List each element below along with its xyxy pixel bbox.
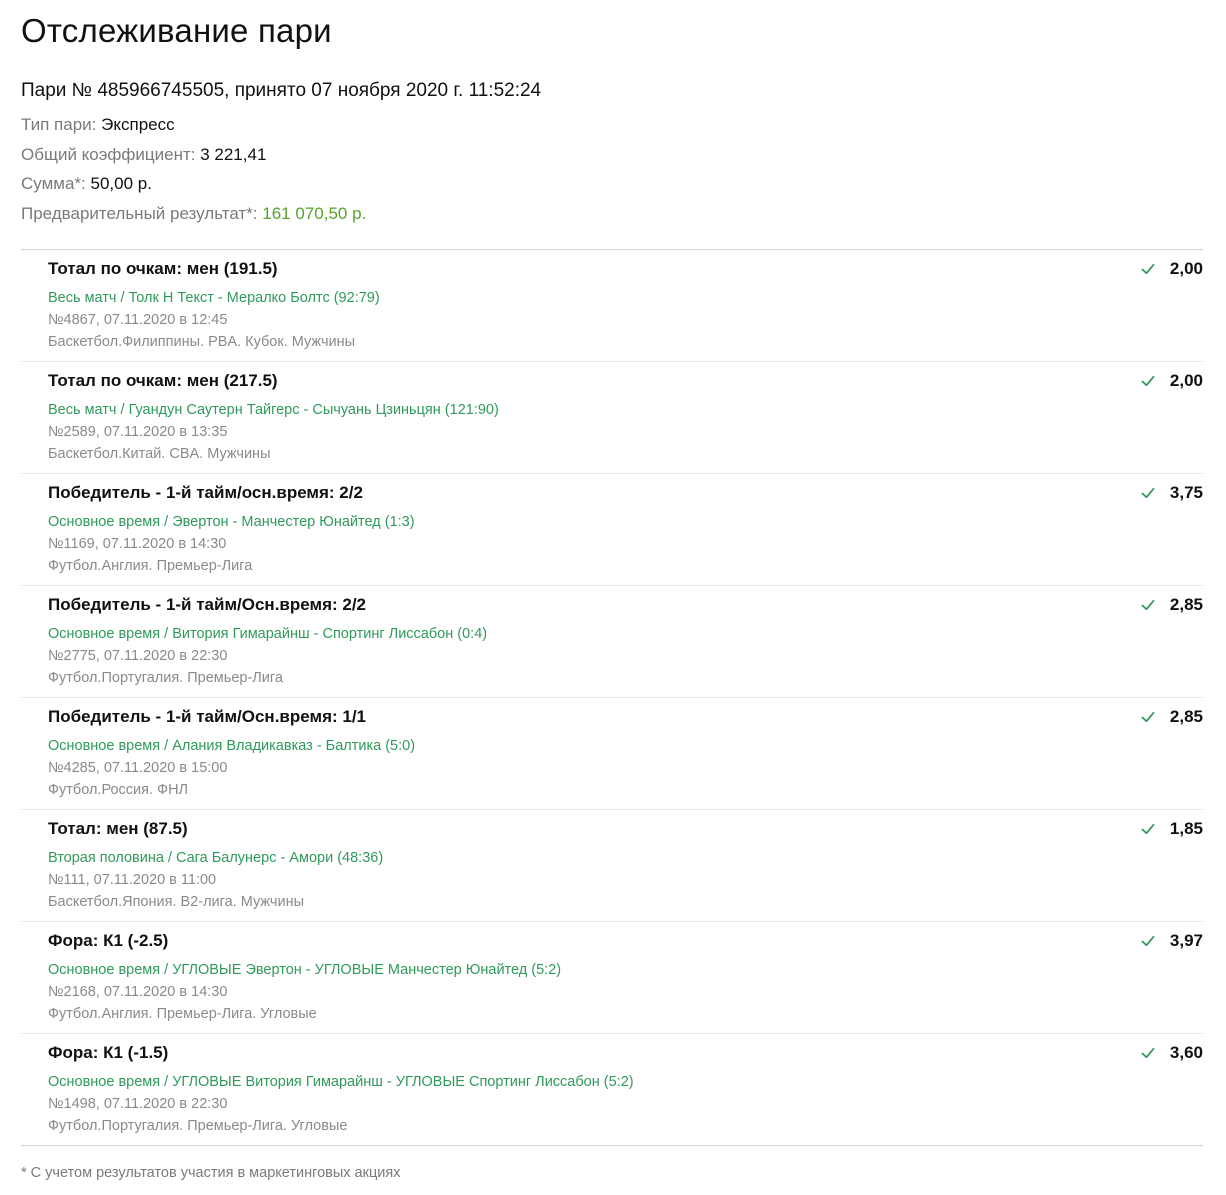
stake-row: Сумма*: 50,00 р. — [21, 174, 152, 194]
event-number: №1498, 07.11.2020 в 22:30 — [48, 1096, 228, 1112]
event-league: Футбол.Англия. Премьер-Лига — [48, 558, 253, 574]
check-icon — [1141, 823, 1155, 835]
event-odds: 3,75 — [1169, 483, 1203, 502]
event-league: Баскетбол.Китай. CBA. Мужчины — [48, 446, 271, 462]
event-league: Баскетбол.Япония. B2-лига. Мужчины — [48, 894, 304, 910]
event-market: Победитель - 1-й тайм/Осн.время: 1/1 — [48, 707, 367, 726]
event-odds: 3,60 — [1169, 1043, 1203, 1062]
event-match-link[interactable]: Основное время / Эвертон - Манчестер Юна… — [48, 514, 415, 530]
event-number: №4285, 07.11.2020 в 15:00 — [48, 760, 228, 776]
event-market: Тотал по очкам: мен (217.5) — [48, 371, 278, 390]
event-row: Тотал: мен (87.5) Вторая половина / Сага… — [21, 810, 1203, 922]
stake-value: 50,00 р. — [90, 174, 152, 193]
event-market: Тотал по очкам: мен (191.5) — [48, 259, 278, 278]
event-match-link[interactable]: Основное время / Алания Владикавказ - Ба… — [48, 738, 415, 754]
stake-label: Сумма*: — [21, 174, 86, 193]
bet-type-row: Тип пари: Экспресс — [21, 115, 175, 135]
check-icon — [1141, 935, 1155, 947]
event-row: Победитель - 1-й тайм/Осн.время: 2/2 Осн… — [21, 586, 1203, 698]
event-league: Футбол.Россия. ФНЛ — [48, 782, 189, 798]
event-odds: 2,85 — [1169, 595, 1203, 614]
event-odds: 1,85 — [1169, 819, 1203, 838]
check-icon — [1141, 263, 1155, 275]
event-number: №2589, 07.11.2020 в 13:35 — [48, 424, 228, 440]
total-odds-value: 3 221,41 — [200, 145, 267, 164]
event-match-link[interactable]: Весь матч / Толк Н Текст - Мералко Болтс… — [48, 290, 380, 306]
preliminary-result-row: Предварительный результат*: 161 070,50 р… — [21, 204, 366, 224]
check-icon — [1141, 375, 1155, 387]
event-number: №2168, 07.11.2020 в 14:30 — [48, 984, 228, 1000]
event-row: Фора: К1 (-2.5) Основное время / УГЛОВЫЕ… — [21, 922, 1203, 1034]
page-title: Отслеживание пари — [21, 12, 332, 49]
event-number: №2775, 07.11.2020 в 22:30 — [48, 648, 228, 664]
event-row: Фора: К1 (-1.5) Основное время / УГЛОВЫЕ… — [21, 1034, 1203, 1146]
event-league: Футбол.Португалия. Премьер-Лига — [48, 670, 283, 686]
event-league: Футбол.Португалия. Премьер-Лига. Угловые — [48, 1118, 348, 1134]
total-odds-label: Общий коэффициент: — [21, 145, 196, 164]
event-market: Тотал: мен (87.5) — [48, 819, 188, 838]
check-icon — [1141, 599, 1155, 611]
event-odds: 2,85 — [1169, 707, 1203, 726]
events-list: Тотал по очкам: мен (191.5) Весь матч / … — [21, 249, 1203, 1146]
event-market: Победитель - 1-й тайм/Осн.время: 2/2 — [48, 595, 367, 614]
event-match-link[interactable]: Весь матч / Гуандун Саутерн Тайгерс - Сы… — [48, 402, 499, 418]
event-number: №1169, 07.11.2020 в 14:30 — [48, 536, 227, 552]
check-icon — [1141, 487, 1155, 499]
bet-type-label: Тип пари: — [21, 115, 97, 134]
event-number: №4867, 07.11.2020 в 12:45 — [48, 312, 228, 328]
event-match-link[interactable]: Основное время / УГЛОВЫЕ Витория Гимарай… — [48, 1074, 634, 1090]
event-market: Победитель - 1-й тайм/осн.время: 2/2 — [48, 483, 363, 502]
event-odds: 2,00 — [1169, 371, 1203, 390]
event-match-link[interactable]: Основное время / УГЛОВЫЕ Эвертон - УГЛОВ… — [48, 962, 561, 978]
check-icon — [1141, 1047, 1155, 1059]
event-odds: 2,00 — [1169, 259, 1203, 278]
footnote: * С учетом результатов участия в маркети… — [21, 1165, 401, 1181]
total-odds-row: Общий коэффициент: 3 221,41 — [21, 145, 266, 165]
preliminary-result-value: 161 070,50 р. — [262, 204, 367, 223]
preliminary-result-label: Предварительный результат*: — [21, 204, 258, 223]
event-market: Фора: К1 (-2.5) — [48, 931, 169, 950]
bet-type-value: Экспресс — [101, 115, 175, 134]
event-market: Фора: К1 (-1.5) — [48, 1043, 169, 1062]
event-match-link[interactable]: Основное время / Витория Гимарайнш - Спо… — [48, 626, 487, 642]
event-row: Победитель - 1-й тайм/осн.время: 2/2 Осн… — [21, 474, 1203, 586]
event-row: Тотал по очкам: мен (191.5) Весь матч / … — [21, 250, 1203, 362]
event-row: Победитель - 1-й тайм/Осн.время: 1/1 Осн… — [21, 698, 1203, 810]
event-league: Футбол.Англия. Премьер-Лига. Угловые — [48, 1006, 317, 1022]
event-odds: 3,97 — [1169, 931, 1203, 950]
bet-header: Пари № 485966745505, принято 07 ноября 2… — [21, 80, 542, 101]
event-row: Тотал по очкам: мен (217.5) Весь матч / … — [21, 362, 1203, 474]
event-number: №111, 07.11.2020 в 11:00 — [48, 872, 217, 888]
check-icon — [1141, 711, 1155, 723]
event-match-link[interactable]: Вторая половина / Сага Балунерс - Амори … — [48, 850, 383, 866]
event-league: Баскетбол.Филиппины. PBA. Кубок. Мужчины — [48, 334, 356, 350]
